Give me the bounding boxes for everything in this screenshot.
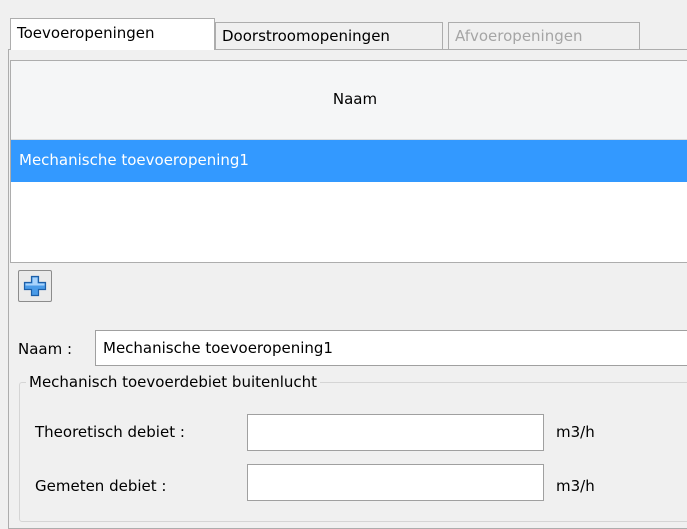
plus-icon <box>23 275 47 297</box>
column-header-label: Naam <box>332 90 378 108</box>
name-input-value: Mechanische toevoeropening1 <box>103 339 333 357</box>
tab-toevoeropeningen[interactable]: Toevoeropeningen <box>10 18 215 50</box>
tab-label: Afvoeropeningen <box>455 27 583 45</box>
add-button[interactable] <box>18 270 52 302</box>
tab-doorstroomopeningen[interactable]: Doorstroomopeningen <box>215 22 443 50</box>
column-header-naam[interactable]: Naam <box>11 61 687 140</box>
measured-flow-label: Gemeten debiet : <box>35 474 166 498</box>
tab-afvoeropeningen: Afvoeropeningen <box>448 22 640 50</box>
name-label: Naam : <box>18 334 72 364</box>
groupbox-title-text: Mechanisch toevoerdebiet buitenlucht <box>29 373 318 391</box>
measured-flow-input[interactable] <box>247 464 544 501</box>
theoretical-flow-label-text: Theoretisch debiet : <box>35 423 185 441</box>
tab-label: Doorstroomopeningen <box>222 27 390 45</box>
tab-label: Toevoeropeningen <box>17 24 155 42</box>
list-item[interactable]: Mechanische toevoeropening1 <box>11 140 687 182</box>
measured-flow-unit: m3/h <box>556 474 595 498</box>
theoretical-flow-unit: m3/h <box>556 420 595 444</box>
list-item-label: Mechanische toevoeropening1 <box>19 151 249 169</box>
groupbox-title: Mechanisch toevoerdebiet buitenlucht <box>26 372 321 392</box>
theoretical-flow-label: Theoretisch debiet : <box>35 420 185 444</box>
name-label-text: Naam : <box>18 340 73 358</box>
flow-groupbox <box>19 382 687 522</box>
name-input[interactable]: Mechanische toevoeropening1 <box>95 330 687 366</box>
theoretical-flow-unit-text: m3/h <box>556 423 595 441</box>
measured-flow-label-text: Gemeten debiet : <box>35 477 167 495</box>
measured-flow-unit-text: m3/h <box>556 477 595 495</box>
openings-list[interactable]: Naam Mechanische toevoeropening1 <box>10 60 687 263</box>
theoretical-flow-input[interactable] <box>247 414 544 451</box>
